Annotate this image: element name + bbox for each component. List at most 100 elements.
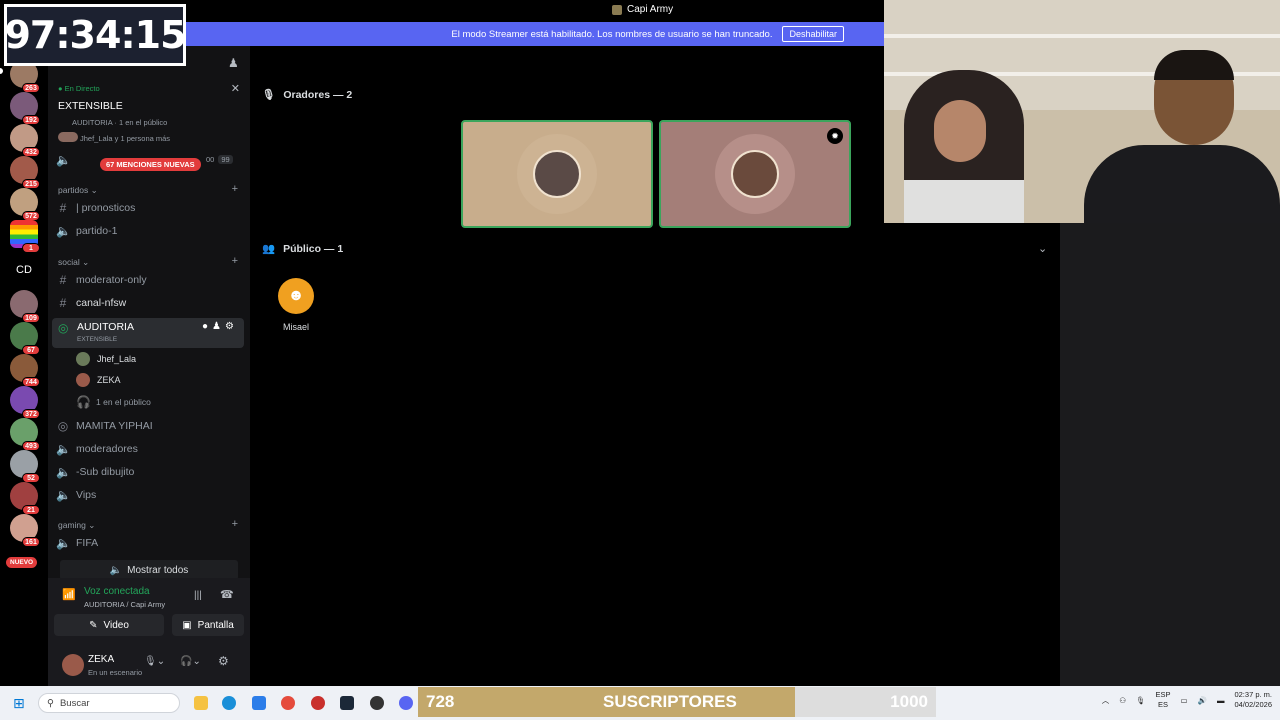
server-icon[interactable]: 21	[10, 482, 40, 515]
obs-icon[interactable]	[311, 696, 325, 710]
channel-sub-dibujito[interactable]: 🔈 -Sub dibujito	[56, 462, 246, 482]
server-icon[interactable]: 744	[10, 354, 40, 387]
webcam-overlay	[884, 0, 1280, 223]
chrome-icon[interactable]	[281, 696, 295, 710]
server-icon[interactable]: 161	[10, 514, 40, 547]
audience-count[interactable]: 🎧 1 en el público	[76, 392, 266, 412]
channel-actions-icons[interactable]: ●♟⚙	[202, 321, 238, 332]
screen-share-button[interactable]: ▣ Pantalla	[172, 614, 244, 636]
server-icon[interactable]: 67	[10, 322, 40, 355]
disable-streamer-button[interactable]: Deshabilitar	[782, 26, 844, 42]
channel-fifa[interactable]: 🔈 FIFA	[56, 533, 246, 553]
category-gaming[interactable]: gaming ⌄	[58, 520, 95, 531]
new-mentions-pill[interactable]: 67 MENCIONES NUEVAS	[100, 158, 201, 171]
settings-icon[interactable]: ⚙	[218, 654, 229, 668]
disconnect-icon[interactable]: ☎	[220, 588, 234, 601]
server-icon[interactable]: 109	[10, 290, 40, 323]
audience-avatar[interactable]: ☻	[278, 278, 314, 314]
language-indicator[interactable]: ESP ES	[1156, 690, 1171, 710]
show-all-button[interactable]: 🔈 Mostrar todos	[60, 560, 238, 580]
server-icon[interactable]: 192	[10, 92, 40, 125]
user-status: En un escenario	[88, 668, 143, 677]
speaker-icon: 🔈	[56, 224, 71, 238]
channel-pronosticos[interactable]: # | pronosticos	[56, 198, 246, 218]
channel-moderator-only[interactable]: # moderator-only	[56, 270, 246, 290]
speaker-tile-jhef[interactable]	[461, 120, 653, 228]
audience-name: Misael	[282, 322, 309, 332]
chevron-up-icon[interactable]: ︿	[1102, 695, 1110, 706]
camera-off-icon: ✎	[89, 619, 98, 631]
server-rail: 263 192 432 215 572 1 CD 109 67 744 372 …	[0, 46, 48, 686]
mic-icon[interactable]: 🎙⌄	[144, 656, 165, 667]
add-channel-icon[interactable]: +	[232, 183, 238, 195]
speaker-jhef[interactable]: Jhef_Lala	[76, 349, 266, 369]
server-logo-icon	[612, 4, 622, 15]
server-cd[interactable]: CD	[10, 256, 38, 284]
taskbar-search[interactable]: ⚲ Buscar	[38, 693, 180, 713]
add-channel-icon[interactable]: +	[232, 255, 238, 267]
channel-vips[interactable]: 🔈 Vips	[56, 485, 246, 505]
server-icon[interactable]: 493	[10, 418, 40, 451]
headphones-icon: 🎧	[76, 395, 91, 409]
category-social[interactable]: social ⌄	[58, 257, 89, 268]
volume-icon[interactable]: 🔊	[1198, 696, 1207, 705]
display-icon[interactable]: ▭	[1181, 696, 1188, 705]
add-member-icon[interactable]: ♟	[228, 56, 239, 70]
speaker-tile-zeka[interactable]: ✹	[659, 120, 851, 228]
stage-channel-mamita[interactable]: ◎ MAMITA YIPHAI	[56, 416, 246, 436]
voice-location[interactable]: AUDITORIA / Capi Army	[84, 600, 165, 609]
server-icon[interactable]: 432	[10, 124, 40, 157]
channel-moderadores[interactable]: 🔈 moderadores	[56, 439, 246, 459]
signal-icon[interactable]: 📶	[62, 588, 76, 601]
person-left	[904, 70, 1024, 223]
goal-target: 1000	[890, 692, 928, 711]
avatar-ring	[517, 134, 597, 214]
stage-channel-auditoria[interactable]: ◎ AUDITORIA EXTENSIBLE ●♟⚙	[52, 318, 244, 348]
app-icon[interactable]	[370, 696, 384, 710]
discord-icon[interactable]	[399, 696, 413, 710]
avatar[interactable]	[62, 654, 84, 676]
hash-icon: #	[59, 273, 67, 287]
video-button[interactable]: ✎ Video	[54, 614, 164, 636]
add-channel-icon[interactable]: +	[232, 518, 238, 530]
speaker-zeka[interactable]: ZEKA	[76, 370, 266, 390]
channel-partido-1[interactable]: 🔈 partido-1	[56, 221, 246, 241]
goal-current: 728	[426, 692, 455, 711]
people-icon: 👥	[262, 243, 276, 255]
steam-icon[interactable]	[340, 696, 354, 710]
headphones-icon[interactable]: 🎧⌄	[180, 656, 201, 667]
live-event-card[interactable]: ● En Directo ✕ EXTENSIBLE AUDITORIA · 1 …	[52, 78, 246, 148]
channel-canal-nfsw[interactable]: # canal-nfsw	[56, 293, 246, 313]
mic-icon[interactable]: 🎙	[1136, 696, 1146, 705]
window-title: Capi Army	[627, 4, 674, 15]
event-title: EXTENSIBLE	[58, 100, 123, 112]
moderator-icon: ✹	[827, 128, 843, 144]
voice-status[interactable]: Voz conectada	[84, 586, 150, 597]
speaker-icon: 🔈	[56, 153, 71, 167]
windows-start-icon[interactable]: ⊞	[13, 695, 25, 712]
new-badge[interactable]: NUEVO	[6, 557, 38, 568]
mention-badge: 1	[22, 243, 40, 253]
server-icon[interactable]: 52	[10, 450, 40, 483]
server-icon[interactable]: 572	[10, 188, 40, 221]
server-icon[interactable]: 215	[10, 156, 40, 189]
close-icon[interactable]: ✕	[231, 82, 240, 95]
server-icon[interactable]: 1	[10, 220, 40, 253]
avatar	[76, 373, 90, 387]
mention-badge: 161	[22, 537, 40, 547]
right-panel	[1060, 223, 1280, 686]
server-icon[interactable]: 372	[10, 386, 40, 419]
network-icon[interactable]: ⚇	[1119, 696, 1126, 705]
stage-icon: ◎	[57, 419, 69, 433]
voice-connection-panel: 📶 Voz conectada AUDITORIA / Capi Army ||…	[48, 578, 250, 686]
chevron-down-icon[interactable]: ⌄	[1038, 242, 1047, 255]
system-tray: ︿ ⚇ 🎙 ESP ES ▭ 🔊 ▬ 02:37 p. m. 04/02/2026	[1102, 690, 1272, 710]
edge-icon[interactable]	[222, 696, 236, 710]
file-explorer-icon[interactable]	[194, 696, 208, 710]
category-partidos[interactable]: partidos ⌄	[58, 185, 98, 196]
battery-icon[interactable]: ▬	[1217, 696, 1225, 705]
audience-header: 👥 Público — 1	[262, 242, 344, 256]
noise-suppression-icon[interactable]: |||	[194, 590, 202, 601]
clock[interactable]: 02:37 p. m. 04/02/2026	[1234, 690, 1272, 710]
store-icon[interactable]	[252, 696, 266, 710]
